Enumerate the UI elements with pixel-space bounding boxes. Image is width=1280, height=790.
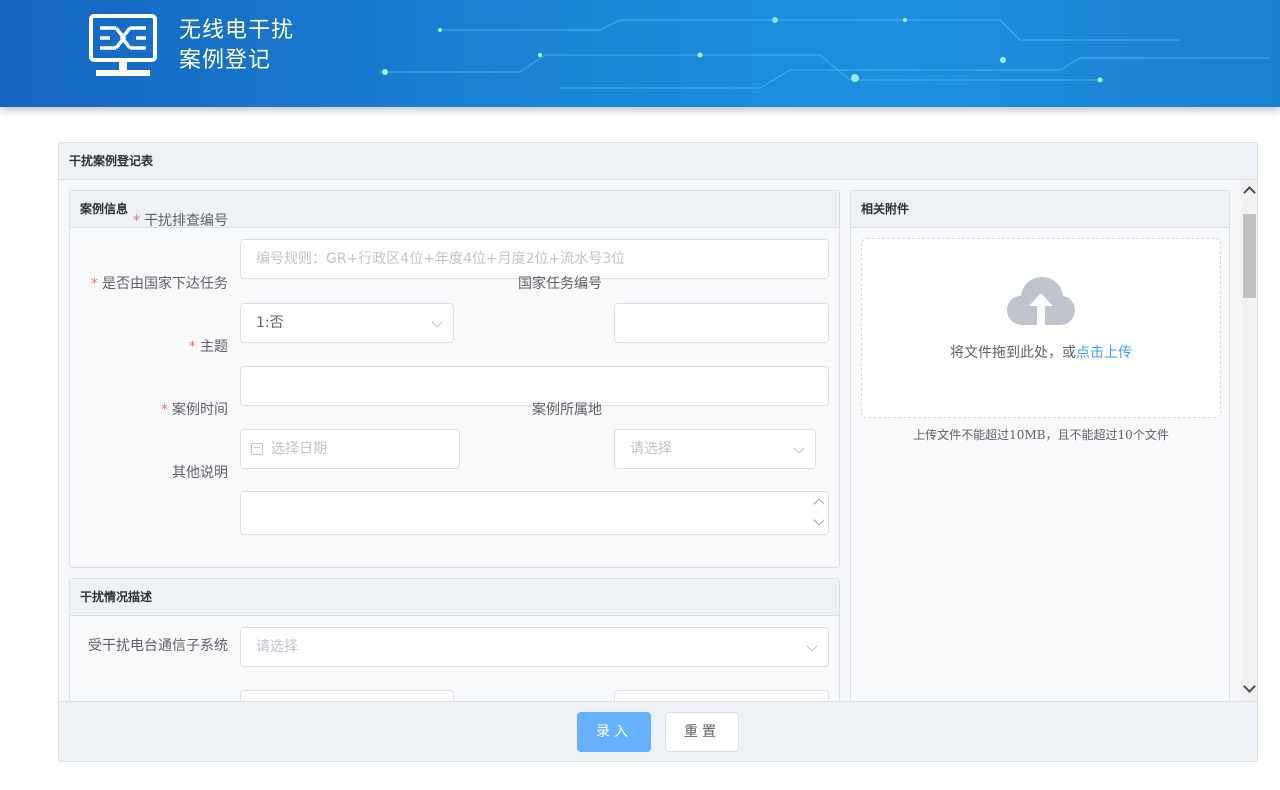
- partial-input-right[interactable]: [614, 690, 829, 701]
- attachments-title: 相关附件: [851, 191, 1229, 228]
- scroll-down-arrow-icon[interactable]: [1243, 680, 1256, 693]
- monitor-logo-icon: [89, 14, 157, 76]
- case-location-select[interactable]: 请选择: [614, 429, 816, 469]
- subject-label: * 主题: [189, 339, 228, 355]
- app-title-line2: 案例登记: [179, 48, 272, 73]
- reset-button[interactable]: 重置: [665, 712, 739, 752]
- other-label: 其他说明: [172, 465, 228, 481]
- attachments-card: 相关附件 将文件拖到此处，或点击上传 上传文件不能超过10MB，且不能超过10个…: [850, 190, 1230, 701]
- subsystem-label: 受干扰电台通信子系统: [88, 638, 228, 654]
- required-mark: *: [189, 339, 196, 355]
- national-task-no-input[interactable]: [614, 303, 829, 343]
- scrollbar-thumb[interactable]: [1243, 214, 1256, 298]
- textarea-spinner[interactable]: [812, 494, 826, 532]
- interference-card: 干扰情况描述 受干扰电台通信子系统 请选择: [69, 578, 840, 701]
- arrow-up-icon: [813, 498, 825, 510]
- app-header: 无线电干扰 案例登记: [0, 0, 1280, 107]
- partial-input-left[interactable]: [240, 690, 454, 701]
- subsystem-select[interactable]: 请选择: [240, 627, 829, 667]
- scroll-up-arrow-icon[interactable]: [1243, 186, 1256, 199]
- chevron-down-icon: [431, 316, 443, 328]
- required-mark: *: [133, 213, 140, 229]
- vertical-scrollbar[interactable]: [1241, 180, 1257, 701]
- form-footer: 录入 重置: [59, 701, 1257, 761]
- chevron-down-icon: [793, 442, 805, 454]
- upload-tip: 上传文件不能超过10MB，且不能超过10个文件: [913, 428, 1169, 442]
- interference-title: 干扰情况描述: [70, 579, 839, 616]
- required-mark: *: [161, 402, 168, 418]
- code-label: * 干扰排查编号: [133, 213, 228, 229]
- case-location-label: 案例所属地: [532, 402, 602, 418]
- national-task-no-label: 国家任务编号: [518, 276, 602, 292]
- national-task-select[interactable]: 1:否: [240, 303, 454, 343]
- other-textarea[interactable]: [240, 491, 829, 535]
- calendar-icon: [251, 443, 263, 455]
- case-time-datepicker[interactable]: 选择日期: [240, 429, 460, 469]
- case-time-label: * 案例时间: [161, 402, 228, 418]
- upload-hint: 将文件拖到此处，或点击上传: [950, 345, 1132, 361]
- required-mark: *: [91, 276, 98, 292]
- click-upload-link[interactable]: 点击上传: [1076, 345, 1132, 361]
- cloud-upload-icon: [1007, 277, 1075, 325]
- app-title: 无线电干扰 案例登记: [179, 16, 294, 76]
- upload-dropzone[interactable]: 将文件拖到此处，或点击上传: [861, 238, 1221, 418]
- panel-title: 干扰案例登记表: [59, 143, 1257, 180]
- submit-button[interactable]: 录入: [577, 712, 651, 752]
- case-register-panel: 干扰案例登记表 案例信息 * 干扰排查编号 编号规则：GR+行政区4位+年度4位+…: [58, 142, 1258, 762]
- national-task-label: * 是否由国家下达任务: [91, 276, 228, 292]
- arrow-down-icon: [813, 514, 825, 526]
- chevron-down-icon: [806, 640, 818, 652]
- case-info-card: 案例信息 * 干扰排查编号 编号规则：GR+行政区4位+年度4位+月度2位+流水号…: [69, 190, 840, 568]
- app-title-line1: 无线电干扰: [179, 18, 295, 43]
- form-scroll-area: 案例信息 * 干扰排查编号 编号规则：GR+行政区4位+年度4位+月度2位+流水号…: [59, 180, 1241, 701]
